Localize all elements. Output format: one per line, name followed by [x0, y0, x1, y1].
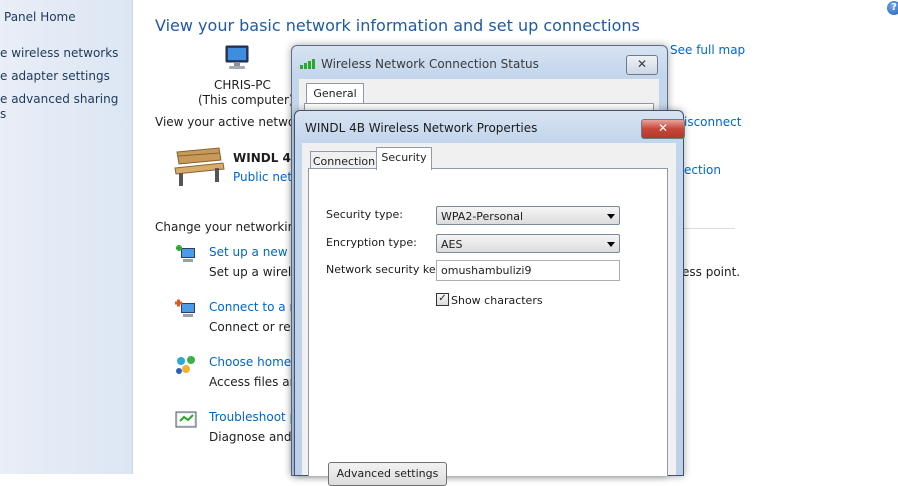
computer-subtitle: (This computer): [198, 93, 294, 107]
properties-window-title: WINDL 4B Wireless Network Properties: [305, 121, 538, 135]
connect-network-icon: [174, 299, 198, 321]
status-close-button[interactable]: ✕: [626, 55, 658, 75]
advanced-settings-button[interactable]: Advanced settings: [328, 462, 447, 486]
encryption-type-value: AES: [441, 238, 463, 251]
properties-close-button[interactable]: ✕: [641, 119, 685, 139]
setup-connection-icon: [174, 244, 198, 266]
computer-name: CHRIS-PC: [214, 78, 271, 92]
active-networks-label: View your active networks: [155, 115, 314, 129]
connection-link[interactable]: ection: [684, 163, 721, 177]
left-sidebar: Panel Home e wireless networks e adapter…: [0, 0, 133, 474]
security-type-value: WPA2-Personal: [441, 210, 524, 223]
security-type-label: Security type:: [326, 208, 403, 221]
encryption-type-label: Encryption type:: [326, 236, 417, 249]
network-key-label: Network security key: [326, 263, 443, 276]
divider: [680, 228, 735, 229]
page-title: View your basic network information and …: [155, 16, 640, 35]
computer-icon: [222, 44, 252, 72]
security-type-select[interactable]: WPA2-Personal: [436, 206, 620, 225]
help-icon[interactable]: ?: [887, 1, 898, 15]
security-panel: Security type: WPA2-Personal Encryption …: [308, 168, 668, 486]
properties-client-area: Connection Security Security type: WPA2-…: [302, 143, 676, 486]
tab-security[interactable]: Security: [376, 147, 432, 170]
show-characters-checkbox[interactable]: ✓: [436, 293, 449, 306]
troubleshoot-icon: [174, 409, 198, 431]
sidebar-item-advanced-sharing-cont[interactable]: s: [0, 107, 6, 121]
disconnect-link[interactable]: isconnect: [684, 115, 741, 129]
network-key-input[interactable]: omushambulizi9: [436, 260, 620, 281]
properties-window: WINDL 4B Wireless Network Properties ✕ C…: [294, 110, 685, 486]
chevron-down-icon: [607, 242, 615, 247]
task-homegroup-link[interactable]: Choose homeg: [209, 355, 299, 369]
tab-general[interactable]: General: [306, 83, 364, 104]
access-point-text: ess point.: [682, 265, 741, 279]
sidebar-control-panel-home[interactable]: Panel Home: [4, 10, 76, 24]
signal-bars-icon: [300, 57, 318, 69]
see-full-map-link[interactable]: See full map: [670, 43, 745, 57]
status-window-title: Wireless Network Connection Status: [321, 57, 539, 71]
change-settings-label: Change your networking s: [155, 220, 313, 234]
network-name: WINDL 4B: [233, 151, 301, 165]
task-troubleshoot-link[interactable]: Troubleshoot p: [209, 410, 297, 424]
chevron-down-icon: [607, 214, 615, 219]
homegroup-icon: [174, 354, 198, 376]
sidebar-item-advanced-sharing[interactable]: e advanced sharing: [0, 92, 118, 106]
sidebar-item-manage-wireless-networks[interactable]: e wireless networks: [0, 46, 118, 60]
sidebar-item-change-adapter-settings[interactable]: e adapter settings: [0, 69, 110, 83]
bench-icon: [173, 146, 225, 188]
show-characters-label: Show characters: [451, 294, 543, 307]
encryption-type-select[interactable]: AES: [436, 234, 620, 253]
